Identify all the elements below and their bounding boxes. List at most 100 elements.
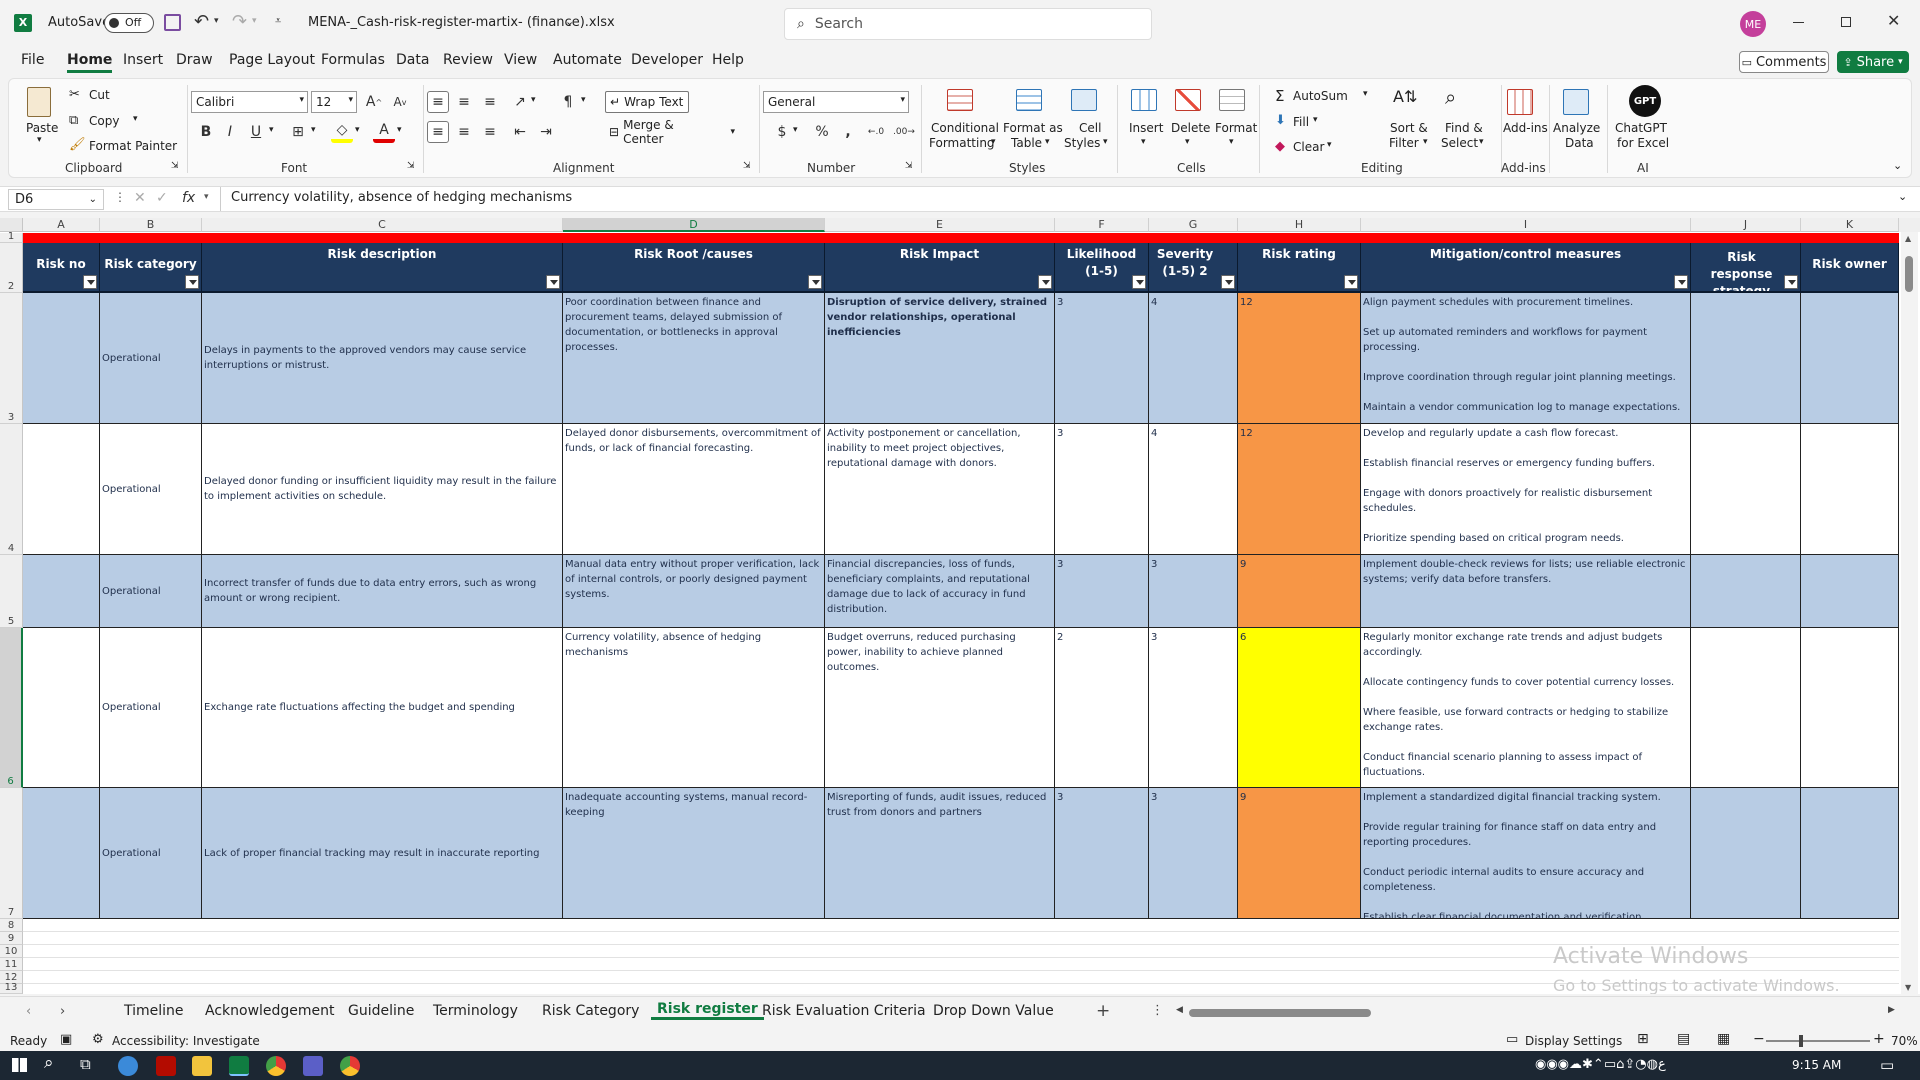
name-box[interactable]: D6 ⌄	[8, 189, 104, 210]
chrome-app-icon[interactable]	[266, 1056, 286, 1076]
menu-page-layout[interactable]: Page Layout	[229, 52, 315, 68]
likelihood-cell[interactable]: 3	[1055, 788, 1149, 919]
format-as-table-icon[interactable]	[1016, 89, 1042, 111]
previous-sheet-icon[interactable]: ‹	[26, 1004, 31, 1019]
sheet-tab-drop-down-value[interactable]: Drop Down Value	[933, 1003, 1054, 1019]
row-header-2[interactable]: 2	[0, 243, 23, 293]
notifications-icon[interactable]: ▭	[1880, 1056, 1894, 1074]
chatgpt-label-1[interactable]: ChatGPT	[1615, 121, 1667, 135]
menu-view[interactable]: View	[504, 52, 537, 68]
risk-impact-cell[interactable]: Financial discrepancies, loss of funds, …	[825, 555, 1055, 628]
row-header-5[interactable]: 5	[0, 555, 23, 628]
horizontal-scroll-right-icon[interactable]: ▶	[1888, 1005, 1895, 1015]
menu-automate[interactable]: Automate	[553, 52, 622, 68]
risk-no-cell[interactable]	[23, 628, 100, 788]
chrome-second-icon[interactable]	[340, 1056, 360, 1076]
header-severity[interactable]: Severity (1-5) 2	[1149, 243, 1238, 293]
response-strategy-cell[interactable]	[1691, 555, 1801, 628]
sheet-tab-guideline[interactable]: Guideline	[348, 1003, 414, 1019]
paste-icon[interactable]	[27, 87, 51, 117]
menu-insert[interactable]: Insert	[123, 52, 163, 68]
customize-qat-icon[interactable]: ⩡	[275, 14, 281, 28]
risk-impact-cell[interactable]: Activity postponement or cancellation, i…	[825, 424, 1055, 555]
delete-cells-button[interactable]: Delete	[1171, 121, 1210, 135]
next-sheet-icon[interactable]: ›	[60, 1004, 65, 1019]
cell-styles-label-2[interactable]: Styles	[1064, 136, 1100, 150]
risk-causes-cell[interactable]: Manual data entry without proper verific…	[563, 555, 825, 628]
scroll-up-icon[interactable]: ▲	[1905, 234, 1911, 243]
zoom-slider-thumb[interactable]	[1799, 1035, 1803, 1047]
format-table-chevron-icon[interactable]: ▾	[1045, 137, 1050, 147]
add-ins-button[interactable]: Add-ins	[1503, 121, 1548, 135]
file-name-chevron-icon[interactable]: ⌄	[565, 15, 574, 28]
percent-icon[interactable]: %	[811, 121, 833, 143]
font-color-icon[interactable]: A	[373, 121, 395, 143]
align-middle-icon[interactable]: ≡	[453, 91, 475, 113]
filter-dropdown-icon[interactable]	[1038, 275, 1052, 289]
restore-icon[interactable]	[1841, 17, 1851, 27]
cancel-icon[interactable]: ✕	[134, 190, 146, 206]
cell-styles-chevron-icon[interactable]: ▾	[1103, 137, 1108, 147]
analyze-data-label-1[interactable]: Analyze	[1553, 121, 1600, 135]
format-as-table-label-2[interactable]: Table	[1011, 136, 1042, 150]
number-launcher-icon[interactable]: ⇲	[905, 161, 913, 171]
risk-owner-cell[interactable]	[1801, 424, 1899, 555]
column-header-d[interactable]: D	[563, 218, 825, 232]
undo-icon[interactable]: ↶	[194, 11, 209, 32]
insert-chevron-icon[interactable]: ▾	[1141, 137, 1146, 147]
format-as-table-label-1[interactable]: Format as	[1003, 121, 1063, 135]
row-header-8[interactable]: 8	[0, 919, 23, 932]
avatar[interactable]: ME	[1740, 11, 1766, 37]
font-color-chevron-icon[interactable]: ▾	[397, 125, 402, 135]
increase-indent-icon[interactable]: ⇥	[535, 121, 557, 143]
italic-icon[interactable]: I	[219, 121, 241, 143]
severity-cell[interactable]: 4	[1149, 293, 1238, 424]
risk-causes-cell[interactable]: Inadequate accounting systems, manual re…	[563, 788, 825, 919]
fill-color-icon[interactable]: ◇	[331, 121, 353, 143]
align-bottom-icon[interactable]: ≡	[479, 91, 501, 113]
row-header-10[interactable]: 10	[0, 945, 23, 958]
expand-formula-icon[interactable]: ⌄	[1898, 190, 1907, 203]
find-chevron-icon[interactable]: ▾	[1479, 137, 1484, 147]
close-icon[interactable]: ✕	[1887, 11, 1900, 30]
font-size-combo[interactable]: 12 ▾	[311, 91, 357, 113]
risk-category-cell[interactable]: Operational	[100, 424, 202, 555]
sheet-tab-risk-register[interactable]: Risk register	[651, 1001, 764, 1020]
rtl-chevron-icon[interactable]: ▾	[581, 95, 586, 105]
autosum-button[interactable]: AutoSum	[1293, 89, 1348, 103]
response-strategy-cell[interactable]	[1691, 628, 1801, 788]
comments-button[interactable]: ▭ Comments	[1739, 51, 1829, 73]
horizontal-scroll-thumb[interactable]	[1189, 1009, 1371, 1017]
severity-cell[interactable]: 4	[1149, 424, 1238, 555]
column-header-j[interactable]: J	[1691, 218, 1801, 232]
display-settings-icon[interactable]: ▭	[1506, 1032, 1518, 1047]
menu-review[interactable]: Review	[443, 52, 493, 68]
mitigation-cell[interactable]: Develop and regularly update a cash flow…	[1361, 424, 1691, 555]
taskbar-clock[interactable]: 9:15 AM	[1792, 1058, 1841, 1072]
zoom-in-icon[interactable]: +	[1873, 1031, 1885, 1047]
edge-app-icon[interactable]	[118, 1056, 138, 1076]
menu-home[interactable]: Home	[67, 52, 113, 73]
menu-file[interactable]: File	[21, 52, 44, 68]
format-cells-button[interactable]: Format	[1215, 121, 1257, 135]
font-name-combo[interactable]: Calibri ▾	[191, 91, 308, 113]
number-format-combo[interactable]: General ▾	[763, 91, 909, 113]
insert-cells-button[interactable]: Insert	[1129, 121, 1163, 135]
cell-styles-label-1[interactable]: Cell	[1079, 121, 1101, 135]
chatgpt-icon[interactable]: GPT	[1629, 85, 1661, 117]
column-header-a[interactable]: A	[23, 218, 100, 232]
filter-dropdown-icon[interactable]	[83, 275, 97, 289]
sort-filter-label-1[interactable]: Sort &	[1390, 121, 1428, 135]
macro-record-icon[interactable]: ▣	[60, 1032, 72, 1047]
conditional-chevron-icon[interactable]: ▾	[991, 137, 996, 147]
column-header-i[interactable]: I	[1361, 218, 1691, 232]
clear-button[interactable]: Clear	[1293, 140, 1324, 154]
cut-button[interactable]: Cut	[89, 88, 110, 102]
menu-draw[interactable]: Draw	[176, 52, 213, 68]
risk-causes-cell[interactable]: Delayed donor disbursements, overcommitm…	[563, 424, 825, 555]
filter-dropdown-icon[interactable]	[1784, 275, 1798, 289]
file-explorer-icon[interactable]	[192, 1056, 212, 1076]
font-launcher-icon[interactable]: ⇲	[407, 161, 415, 171]
risk-owner-cell[interactable]	[1801, 293, 1899, 424]
column-header-f[interactable]: F	[1055, 218, 1149, 232]
